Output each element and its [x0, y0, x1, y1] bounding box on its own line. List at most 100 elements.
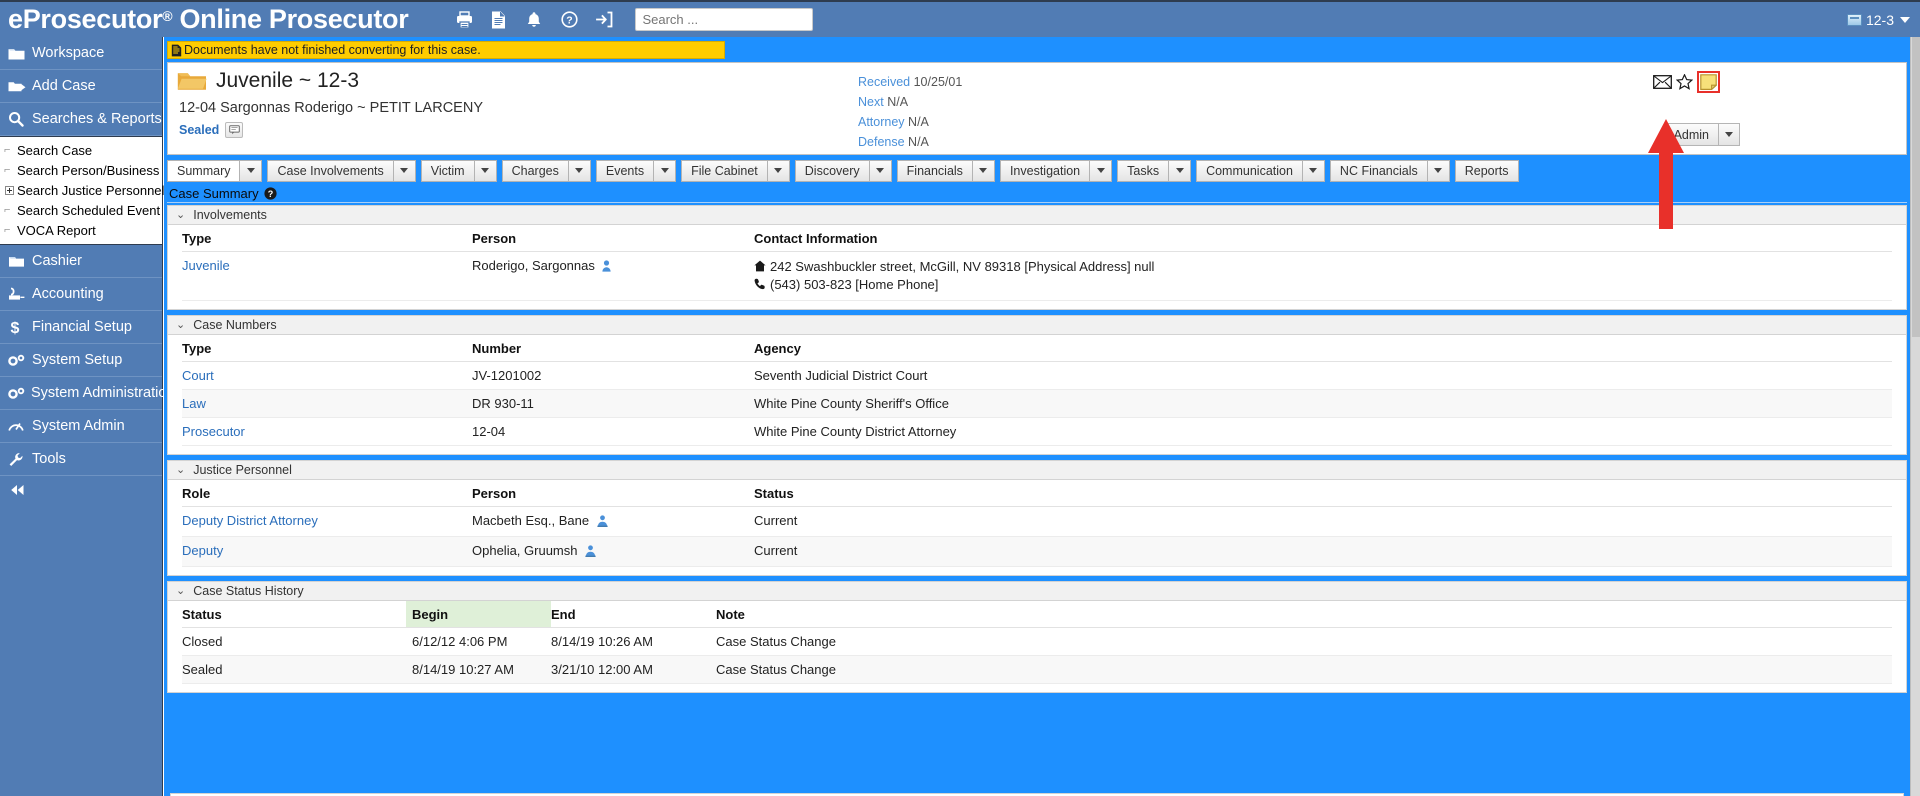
- column-header-number[interactable]: Number: [472, 335, 754, 362]
- tab-tasks-dropdown[interactable]: [1169, 159, 1192, 182]
- case-meta-row: Received 10/25/01: [858, 72, 962, 92]
- tab-events-dropdown[interactable]: [654, 159, 677, 182]
- help-icon[interactable]: ?: [561, 10, 579, 29]
- chevron-down-icon: ⌄: [176, 463, 186, 476]
- column-header-person[interactable]: Person: [472, 225, 754, 252]
- tab-discovery[interactable]: Discovery: [794, 159, 870, 182]
- justice-role-link[interactable]: Deputy: [182, 543, 223, 558]
- sidebar-subitem-search-person-business[interactable]: ⌐ Search Person/Business: [0, 160, 162, 180]
- tab-financials-dropdown[interactable]: [972, 159, 995, 182]
- sticky-note-icon[interactable]: [1700, 74, 1717, 90]
- tab-nc-financials-dropdown[interactable]: [1427, 159, 1450, 182]
- sidebar-item-label: System Setup: [32, 352, 123, 368]
- star-icon[interactable]: [1676, 74, 1693, 90]
- sidebar-item-workspace[interactable]: Workspace: [0, 37, 162, 70]
- sidebar-subitem-search-justice-personnel[interactable]: Search Justice Personnel: [0, 180, 164, 200]
- tab-reports[interactable]: Reports: [1454, 159, 1519, 182]
- sidebar-item-financial-setup[interactable]: $ Financial Setup: [0, 311, 162, 344]
- sidebar-item-cashier[interactable]: Cashier: [0, 245, 162, 278]
- search-input[interactable]: [635, 8, 814, 31]
- sidebar-item-tools[interactable]: Tools: [0, 443, 162, 476]
- cell-number: JV-1201002: [472, 361, 754, 390]
- sidebar-item-searches-reports[interactable]: Searches & Reports: [0, 103, 162, 136]
- section-involvements-header[interactable]: ⌄ Involvements: [167, 205, 1907, 225]
- column-header-status[interactable]: Status: [754, 480, 1892, 507]
- case-number-type-link[interactable]: Law: [182, 396, 206, 411]
- vertical-scrollbar[interactable]: [1910, 37, 1920, 796]
- table-row: Law DR 930-11 White Pine County Sheriff'…: [182, 389, 1892, 418]
- expand-plus-icon[interactable]: [5, 185, 14, 195]
- scrollbar-thumb[interactable]: [1912, 37, 1920, 337]
- tab-case-involvements-dropdown[interactable]: [393, 159, 416, 182]
- bell-icon[interactable]: [526, 11, 543, 29]
- tab-victim-dropdown[interactable]: [474, 159, 497, 182]
- tab-communication[interactable]: Communication: [1196, 159, 1303, 182]
- case-number-type-link[interactable]: Prosecutor: [182, 424, 245, 439]
- print-icon[interactable]: [456, 10, 473, 29]
- section-justice-personnel-header[interactable]: ⌄ Justice Personnel: [167, 460, 1907, 480]
- tab-events[interactable]: Events: [595, 159, 655, 182]
- column-header-person[interactable]: Person: [472, 480, 754, 507]
- admin-button[interactable]: Admin: [1663, 123, 1719, 146]
- tab-tasks[interactable]: Tasks: [1117, 159, 1170, 182]
- section-case-numbers-header[interactable]: ⌄ Case Numbers: [167, 315, 1907, 335]
- tab-investigation[interactable]: Investigation: [999, 159, 1091, 182]
- sidebar-subitem-search-scheduled-event[interactable]: ⌐ Search Scheduled Event: [0, 200, 162, 220]
- document-icon[interactable]: [491, 11, 508, 29]
- sidebar-item-add-case[interactable]: Add Case: [0, 70, 162, 103]
- chevron-down-icon: [1309, 168, 1318, 173]
- sidebar-item-system-admin[interactable]: System Admin: [0, 410, 162, 443]
- sidebar-collapse-button[interactable]: [0, 476, 162, 506]
- envelope-icon[interactable]: [1653, 75, 1672, 89]
- section-case-numbers: ⌄ Case Numbers Type Number Agency Court …: [167, 315, 1907, 455]
- tab-communication-dropdown[interactable]: [1302, 159, 1325, 182]
- sidebar-item-label: Cashier: [32, 253, 82, 269]
- column-header-begin[interactable]: Begin: [406, 601, 551, 628]
- comment-icon[interactable]: [225, 122, 244, 138]
- case-number-type-link[interactable]: Court: [182, 368, 214, 383]
- sidebar-subitem-search-case[interactable]: ⌐ Search Case: [0, 140, 162, 160]
- tab-case-involvements[interactable]: Case Involvements: [267, 159, 394, 182]
- cell-status: Sealed: [182, 655, 406, 684]
- tab-financials[interactable]: Financials: [896, 159, 973, 182]
- tab-file-cabinet-dropdown[interactable]: [767, 159, 790, 182]
- person-badge-icon[interactable]: [585, 545, 596, 560]
- sidebar-item-system-setup[interactable]: System Setup: [0, 344, 162, 377]
- cell-role: Deputy District Attorney: [182, 506, 472, 537]
- help-icon[interactable]: ?: [263, 186, 277, 200]
- person-badge-icon[interactable]: [597, 515, 608, 530]
- tab-summary-dropdown[interactable]: [240, 159, 263, 182]
- section-case-status-history-header[interactable]: ⌄ Case Status History: [167, 581, 1907, 601]
- column-header-type[interactable]: Type: [182, 335, 472, 362]
- tab-file-cabinet[interactable]: File Cabinet: [681, 159, 768, 182]
- table-row: Prosecutor 12-04 White Pine County Distr…: [182, 417, 1892, 446]
- column-header-end[interactable]: End: [551, 601, 716, 628]
- column-header-note[interactable]: Note: [716, 601, 1892, 628]
- involvement-type-link[interactable]: Juvenile: [182, 258, 230, 273]
- tab-charges[interactable]: Charges: [501, 159, 569, 182]
- logout-icon[interactable]: [596, 11, 613, 29]
- sidebar-subitem-voca-report[interactable]: ⌐ VOCA Report: [0, 220, 162, 240]
- column-header-status[interactable]: Status: [182, 601, 406, 628]
- tab-victim[interactable]: Victim: [420, 159, 475, 182]
- column-header-agency[interactable]: Agency: [754, 335, 1892, 362]
- tab-nc-financials[interactable]: NC Financials: [1329, 159, 1428, 182]
- tab-summary[interactable]: Summary: [167, 159, 241, 182]
- chevron-down-icon: [660, 168, 669, 173]
- justice-role-link[interactable]: Deputy District Attorney: [182, 513, 318, 528]
- sidebar-item-system-administration[interactable]: System Administration: [0, 377, 174, 410]
- current-case-chip[interactable]: 12-3: [1846, 12, 1910, 28]
- column-header-contact-information[interactable]: Contact Information: [754, 225, 1892, 252]
- tab-charges-dropdown[interactable]: [568, 159, 591, 182]
- tab-discovery-dropdown[interactable]: [869, 159, 892, 182]
- column-header-role[interactable]: Role: [182, 480, 472, 507]
- person-icon[interactable]: [602, 260, 612, 275]
- column-header-type[interactable]: Type: [182, 225, 472, 252]
- sidebar-item-label: System Administration: [31, 385, 175, 401]
- admin-dropdown-toggle[interactable]: [1719, 123, 1740, 146]
- case-subtitle: 12-04 Sargonnas Roderigo ~ PETIT LARCENY: [179, 100, 483, 116]
- tab-investigation-dropdown[interactable]: [1090, 159, 1113, 182]
- open-folder-icon: [177, 70, 207, 92]
- sidebar-item-accounting[interactable]: Accounting: [0, 278, 162, 311]
- brand-tail: Online Prosecutor: [172, 4, 409, 34]
